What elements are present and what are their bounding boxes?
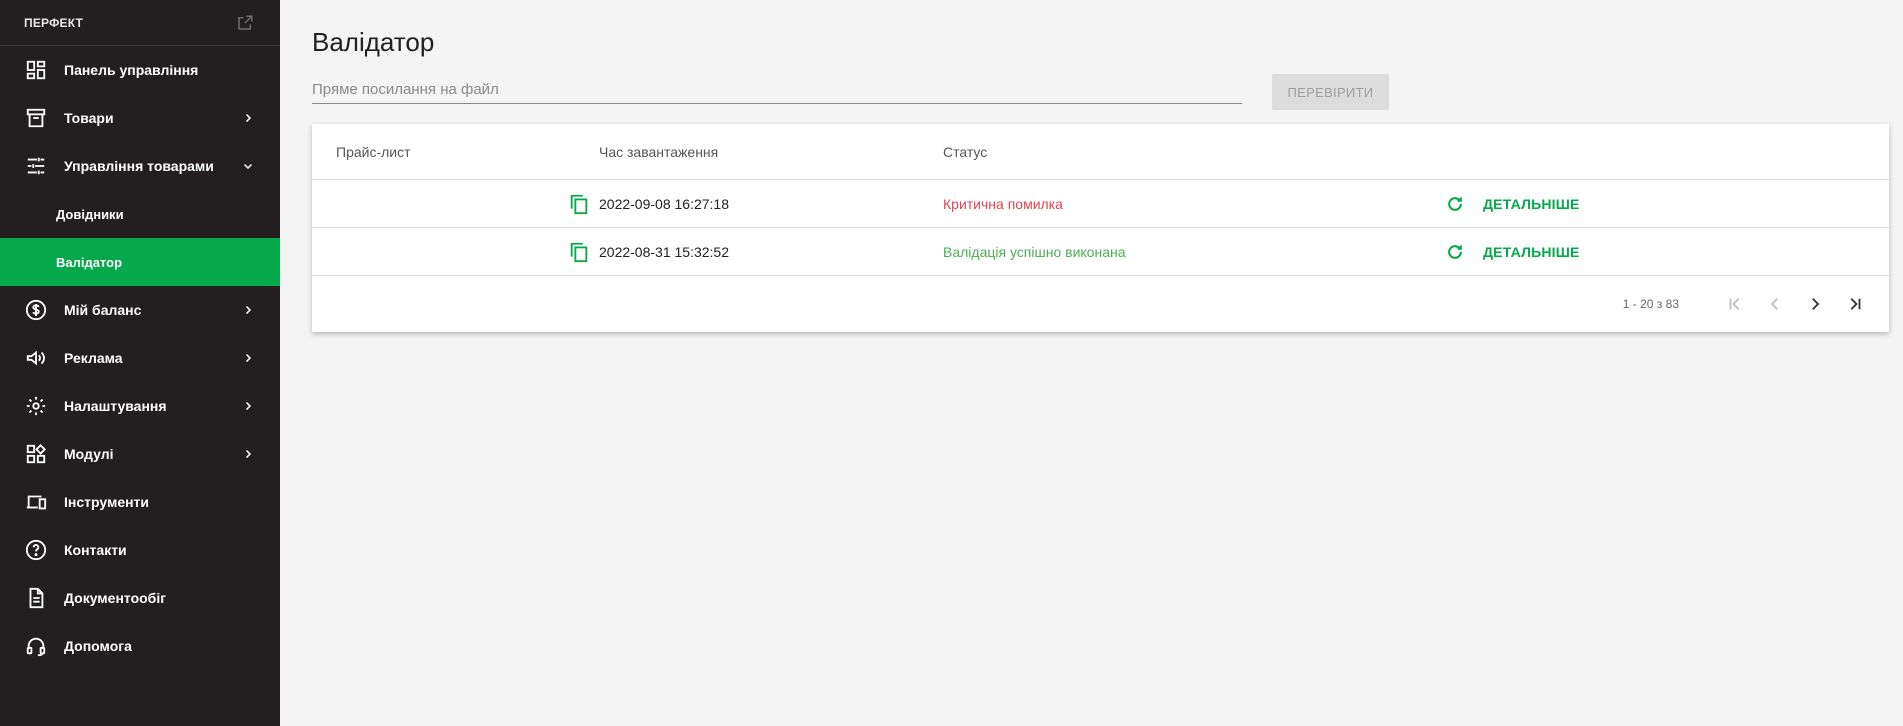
- megaphone-icon: [24, 346, 48, 370]
- dashboard-icon: [24, 58, 48, 82]
- sidebar-item-label: Документообіг: [64, 590, 167, 606]
- details-button[interactable]: ДЕТАЛЬНІШЕ: [1483, 196, 1580, 212]
- archive-icon: [24, 106, 48, 130]
- sidebar-item-label: Контакти: [64, 542, 127, 558]
- sidebar-item-label: Товари: [64, 110, 114, 126]
- sidebar-item-tools[interactable]: Інструменти: [0, 478, 280, 526]
- table-row: 2022-09-08 16:27:18 Критична помилка ДЕТ…: [312, 180, 1889, 228]
- first-page-icon[interactable]: [1715, 284, 1755, 324]
- upload-time: 2022-08-31 15:32:52: [599, 243, 729, 260]
- row-actions: ДЕТАЛЬНІШЕ: [1443, 240, 1580, 264]
- sidebar-item-label: Реклама: [64, 350, 123, 366]
- sidebar-item-label: Валідатор: [56, 254, 123, 270]
- sidebar-item-modules[interactable]: Модулі: [0, 430, 280, 478]
- next-page-icon[interactable]: [1795, 284, 1835, 324]
- sidebar-item-directories[interactable]: Довідники: [0, 190, 280, 238]
- tune-icon: [24, 154, 48, 178]
- table-row: 2022-08-31 15:32:52 Валідація успішно ви…: [312, 228, 1889, 276]
- status-text: Критична помилка: [943, 195, 1063, 212]
- sidebar-item-label: Мій баланс: [64, 302, 142, 318]
- sidebar-item-settings[interactable]: Налаштування: [0, 382, 280, 430]
- column-header-price-list: Прайс-лист: [336, 143, 411, 160]
- last-page-icon[interactable]: [1835, 284, 1875, 324]
- sidebar-item-contacts[interactable]: Контакти: [0, 526, 280, 574]
- row-actions: ДЕТАЛЬНІШЕ: [1443, 192, 1580, 216]
- sidebar-item-help[interactable]: Допомога: [0, 622, 280, 670]
- chevron-right-icon: [240, 446, 256, 462]
- status-text: Валідація успішно виконана: [943, 243, 1126, 260]
- check-button[interactable]: ПЕРЕВІРИТИ: [1272, 74, 1389, 110]
- copy-icon[interactable]: [567, 192, 591, 216]
- sidebar-item-dashboard[interactable]: Панель управління: [0, 46, 280, 94]
- pagination-range: 1 - 20 з 83: [1622, 297, 1679, 311]
- price-list-cell: [312, 240, 599, 264]
- chevron-down-icon: [240, 158, 256, 174]
- validation-table: Прайс-лист Час завантаження Статус 2022-…: [312, 124, 1889, 332]
- chevron-right-icon: [240, 110, 256, 126]
- sidebar-header: ПЕРФЕКТ: [0, 0, 280, 46]
- help-icon: [24, 538, 48, 562]
- sidebar-item-product-management[interactable]: Управління товарами: [0, 142, 280, 190]
- column-header-upload-time: Час завантаження: [599, 143, 719, 160]
- sidebar: ПЕРФЕКТ Панель управління Товари Управлі…: [0, 0, 280, 726]
- document-icon: [24, 586, 48, 610]
- sidebar-item-label: Модулі: [64, 446, 114, 462]
- chevron-right-icon: [240, 398, 256, 414]
- sidebar-item-balance[interactable]: Мій баланс: [0, 286, 280, 334]
- page-title: Валідатор: [312, 27, 435, 57]
- table-header: Прайс-лист Час завантаження Статус: [312, 124, 1889, 180]
- headset-icon: [24, 634, 48, 658]
- sidebar-item-validator[interactable]: Валідатор: [0, 238, 280, 286]
- sidebar-item-label: Управління товарами: [64, 158, 214, 174]
- chevron-right-icon: [240, 350, 256, 366]
- sidebar-item-label: Налаштування: [64, 398, 167, 414]
- refresh-icon[interactable]: [1443, 192, 1467, 216]
- sidebar-item-label: Панель управління: [64, 62, 199, 78]
- sidebar-item-label: Допомога: [64, 638, 132, 654]
- widgets-icon: [24, 442, 48, 466]
- details-button[interactable]: ДЕТАЛЬНІШЕ: [1483, 244, 1580, 260]
- devices-icon: [24, 490, 48, 514]
- brand-name: ПЕРФЕКТ: [24, 15, 84, 30]
- sidebar-item-label: Інструменти: [64, 494, 150, 510]
- chevron-right-icon: [240, 302, 256, 318]
- file-url-input[interactable]: [312, 76, 1242, 104]
- pagination: 1 - 20 з 83: [312, 276, 1889, 332]
- sidebar-item-label: Довідники: [56, 206, 124, 222]
- column-header-status: Статус: [943, 143, 988, 160]
- sidebar-item-products[interactable]: Товари: [0, 94, 280, 142]
- copy-icon[interactable]: [567, 240, 591, 264]
- gear-icon: [24, 394, 48, 418]
- refresh-icon[interactable]: [1443, 240, 1467, 264]
- upload-time: 2022-09-08 16:27:18: [599, 195, 729, 212]
- dollar-icon: [24, 298, 48, 322]
- previous-page-icon[interactable]: [1755, 284, 1795, 324]
- external-link-icon[interactable]: [235, 13, 255, 33]
- sidebar-item-documents[interactable]: Документообіг: [0, 574, 280, 622]
- sidebar-item-advertising[interactable]: Реклама: [0, 334, 280, 382]
- price-list-cell: [312, 192, 599, 216]
